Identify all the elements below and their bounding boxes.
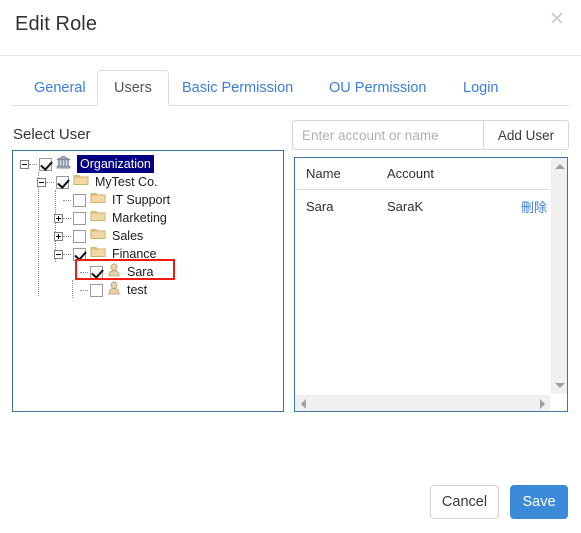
tree-connector (80, 289, 88, 291)
tree-node-label: Sales (112, 229, 144, 243)
dialog-footer: Cancel Save (0, 471, 581, 533)
add-user-button[interactable]: Add User (483, 120, 569, 150)
tree-node-label: Sara (127, 265, 154, 279)
triangle-left-icon[interactable] (301, 399, 306, 409)
tree-node-label: Organization (77, 155, 154, 173)
tree-connector (63, 253, 71, 255)
triangle-right-icon[interactable] (540, 399, 545, 409)
tree-node-mytest-co[interactable]: MyTest Co. (13, 173, 283, 191)
scrollbar-corner (550, 394, 567, 411)
user-icon (107, 263, 121, 282)
tree-connector (46, 181, 54, 183)
table-row[interactable]: Sara SaraK 刪除 (295, 190, 551, 222)
bank-icon (56, 155, 71, 174)
tree-checkbox[interactable] (73, 247, 86, 261)
tree-checkbox[interactable] (73, 229, 86, 243)
triangle-down-icon[interactable] (555, 383, 565, 388)
expand-icon[interactable] (54, 213, 63, 223)
collapse-icon[interactable] (37, 177, 46, 187)
cancel-button[interactable]: Cancel (430, 485, 499, 519)
tab-bar: General Users Basic Permission OU Permis… (0, 70, 581, 106)
select-user-label: Select User (13, 126, 91, 143)
delete-link[interactable]: 刪除 (521, 200, 547, 215)
cell-account: SaraK (387, 198, 424, 214)
tree-node-label: IT Support (112, 193, 171, 207)
folder-icon (90, 245, 106, 263)
column-header-name: Name (306, 166, 341, 181)
tab-ou-permission[interactable]: OU Permission (313, 70, 443, 106)
user-tree-panel: Organization MyTest Co. IT Support Marke… (12, 150, 284, 412)
page-title: Edit Role (15, 13, 98, 35)
tree-node-sales[interactable]: Sales (13, 227, 283, 245)
tree-checkbox[interactable] (39, 157, 52, 171)
tab-users[interactable]: Users (97, 70, 169, 106)
triangle-up-icon[interactable] (555, 164, 565, 169)
horizontal-scrollbar[interactable] (295, 394, 551, 411)
folder-icon (90, 191, 106, 209)
folder-icon (90, 227, 106, 245)
user-icon (107, 281, 121, 300)
cell-name: Sara (306, 198, 334, 214)
tree-checkbox[interactable] (90, 283, 103, 297)
tree-connector (63, 199, 71, 201)
tree-node-label: Finance (112, 247, 157, 261)
vertical-scrollbar[interactable] (550, 158, 567, 394)
tab-login[interactable]: Login (447, 70, 514, 106)
tree-node-test[interactable]: test (13, 281, 283, 299)
save-button[interactable]: Save (510, 485, 568, 519)
user-tree: Organization MyTest Co. IT Support Marke… (13, 151, 283, 299)
expand-icon[interactable] (54, 231, 63, 241)
collapse-icon[interactable] (20, 159, 29, 169)
tree-connector (80, 271, 88, 273)
tree-node-label: MyTest Co. (95, 175, 158, 189)
search-input[interactable] (292, 120, 483, 150)
tree-checkbox[interactable] (73, 211, 86, 225)
edit-role-dialog: Edit Role ✕ General Users Basic Permissi… (0, 0, 581, 533)
column-header-account: Account (387, 166, 434, 181)
tree-checkbox[interactable] (90, 265, 103, 279)
folder-icon (73, 173, 89, 191)
tree-node-label: Marketing (112, 211, 167, 225)
grid-header-row: Name Account (295, 158, 551, 190)
collapse-icon[interactable] (54, 249, 63, 259)
selected-users-grid: Name Account Sara SaraK 刪除 (295, 158, 551, 394)
tree-node-it-support[interactable]: IT Support (13, 191, 283, 209)
tree-node-finance[interactable]: Finance (13, 245, 283, 263)
tree-node-label: test (127, 283, 148, 297)
search-bar: Add User (292, 120, 569, 150)
tree-connector (63, 217, 71, 219)
tree-checkbox[interactable] (56, 175, 69, 189)
selected-users-panel: Name Account Sara SaraK 刪除 (294, 157, 568, 412)
tree-node-sara[interactable]: Sara (13, 263, 283, 281)
tab-basic-permission[interactable]: Basic Permission (166, 70, 309, 106)
dialog-header: Edit Role ✕ (0, 0, 581, 56)
tree-node-organization[interactable]: Organization (13, 155, 283, 173)
folder-icon (90, 209, 106, 227)
tree-node-marketing[interactable]: Marketing (13, 209, 283, 227)
tree-checkbox[interactable] (73, 193, 86, 207)
close-icon[interactable]: ✕ (545, 8, 569, 32)
tree-connector (63, 235, 71, 237)
tab-general[interactable]: General (18, 70, 102, 106)
tree-connector (29, 163, 37, 165)
